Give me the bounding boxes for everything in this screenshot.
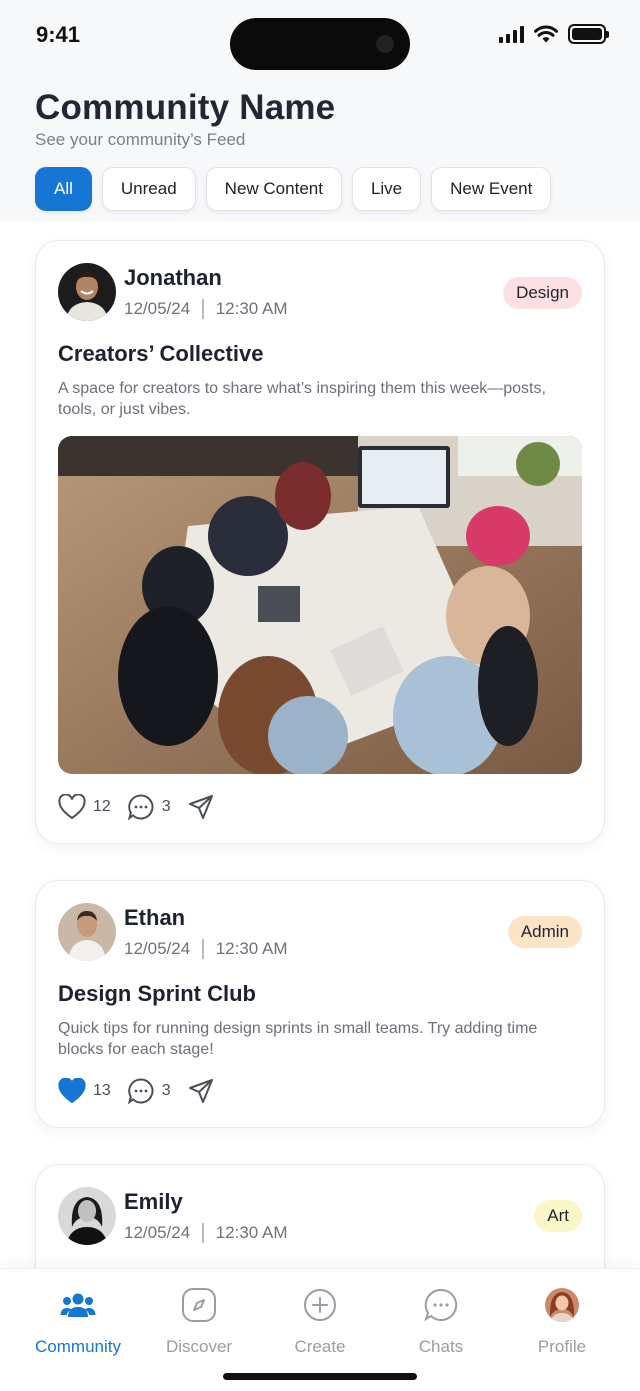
author-avatar[interactable] xyxy=(58,263,116,321)
meta-divider xyxy=(202,299,204,319)
tag-badge[interactable]: Admin xyxy=(507,916,582,948)
filter-live[interactable]: Live xyxy=(351,167,422,211)
tab-label: Create xyxy=(294,1337,346,1356)
post-body: A space for creators to share what’s ins… xyxy=(58,380,546,418)
plus-circle-icon xyxy=(304,1289,336,1321)
post-meta: 12/05/24 12:30 AM xyxy=(124,1223,288,1243)
filter-all[interactable]: All xyxy=(35,167,92,211)
like-button[interactable]: 13 xyxy=(58,1078,111,1104)
meta-divider xyxy=(202,1223,204,1243)
like-button[interactable]: 12 xyxy=(58,794,111,820)
tab-discover[interactable]: Discover xyxy=(139,1285,259,1357)
tab-profile[interactable]: Profile xyxy=(502,1285,622,1357)
filter-new-event[interactable]: New Event xyxy=(431,167,552,211)
comment-button[interactable]: 3 xyxy=(127,793,171,821)
battery-icon xyxy=(568,24,609,44)
post-title: Design Sprint Club xyxy=(58,981,256,1006)
comment-button[interactable]: 3 xyxy=(127,1077,171,1105)
comment-icon xyxy=(127,794,154,821)
post-meta: 12/05/24 12:30 AM xyxy=(124,939,288,959)
post-time: 12:30 AM xyxy=(215,299,288,318)
chat-icon xyxy=(424,1288,458,1322)
post-date: 12/05/24 xyxy=(124,1223,191,1242)
post-date: 12/05/24 xyxy=(124,299,191,318)
tag-badge[interactable]: Design xyxy=(503,277,582,309)
page-subtitle: See your community’s Feed xyxy=(35,130,246,149)
status-time: 9:41 xyxy=(36,22,81,47)
send-icon xyxy=(188,795,213,819)
post-image[interactable] xyxy=(58,436,582,774)
post-title: Creators’ Collective xyxy=(58,341,264,366)
profile-avatar xyxy=(545,1288,579,1322)
post-card[interactable]: Jonathan 12/05/24 12:30 AM Design Creato… xyxy=(35,240,605,844)
cellular-signal-icon xyxy=(499,25,524,43)
share-button[interactable] xyxy=(187,793,215,821)
post-time: 12:30 AM xyxy=(215,1223,288,1242)
filter-new-content[interactable]: New Content xyxy=(205,167,342,211)
dynamic-island xyxy=(230,18,410,70)
author-name[interactable]: Jonathan xyxy=(124,265,222,291)
bottom-tab-bar: Community Discover Create Chats Profile xyxy=(0,1268,640,1391)
tab-label: Profile xyxy=(537,1337,587,1356)
header-area: 9:41 Community Name See your community’s… xyxy=(0,0,640,222)
post-meta: 12/05/24 12:30 AM xyxy=(124,299,288,319)
post-body: Quick tips for running design sprints in… xyxy=(58,1020,538,1058)
community-icon xyxy=(60,1293,96,1317)
tab-community[interactable]: Community xyxy=(18,1285,138,1357)
like-count: 13 xyxy=(93,1082,111,1099)
author-name[interactable]: Emily xyxy=(124,1189,183,1215)
wifi-icon xyxy=(534,25,558,43)
filter-chips: All Unread New Content Live New Event xyxy=(35,167,552,211)
post-actions: 13 3 xyxy=(58,1077,215,1105)
compass-icon xyxy=(182,1288,216,1322)
tab-label: Discover xyxy=(165,1337,233,1356)
status-bar: 9:41 xyxy=(0,0,640,70)
author-name[interactable]: Ethan xyxy=(124,905,185,931)
tab-create[interactable]: Create xyxy=(260,1285,380,1357)
tab-label: Community xyxy=(35,1337,121,1356)
author-avatar[interactable] xyxy=(58,903,116,961)
page-title: Community Name xyxy=(35,88,336,127)
post-actions: 12 3 xyxy=(58,793,215,821)
heart-icon xyxy=(58,794,86,820)
heart-filled-icon xyxy=(58,1078,86,1104)
post-time: 12:30 AM xyxy=(215,939,288,958)
post-card[interactable]: Ethan 12/05/24 12:30 AM Admin Design Spr… xyxy=(35,880,605,1128)
tag-badge[interactable]: Art xyxy=(534,1200,582,1232)
tab-chats[interactable]: Chats xyxy=(381,1285,501,1357)
post-date: 12/05/24 xyxy=(124,939,191,958)
comment-icon xyxy=(127,1078,154,1105)
filter-unread[interactable]: Unread xyxy=(101,167,196,211)
author-avatar[interactable] xyxy=(58,1187,116,1245)
like-count: 12 xyxy=(93,798,111,815)
meta-divider xyxy=(202,939,204,959)
tab-label: Chats xyxy=(418,1337,464,1356)
share-button[interactable] xyxy=(187,1077,215,1105)
comment-count: 3 xyxy=(161,1082,171,1099)
home-indicator xyxy=(223,1373,417,1380)
send-icon xyxy=(188,1079,213,1103)
comment-count: 3 xyxy=(161,798,171,815)
